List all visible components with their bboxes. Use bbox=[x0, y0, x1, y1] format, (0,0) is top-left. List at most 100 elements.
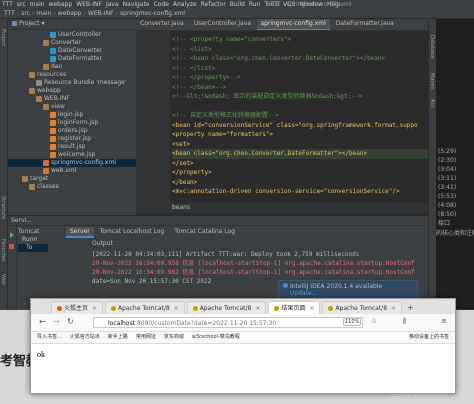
tree-item[interactable]: UserController bbox=[8, 31, 136, 39]
run-tab[interactable]: Server bbox=[66, 227, 94, 238]
folder-icon bbox=[43, 103, 49, 110]
library-icon[interactable]: ⫼ bbox=[403, 317, 406, 326]
menu-item[interactable]: Code bbox=[154, 1, 169, 8]
browser-tab-label: 火狐主页 bbox=[64, 305, 89, 312]
new-tab-icon[interactable]: + bbox=[407, 303, 414, 312]
tree-item[interactable]: web.xml bbox=[8, 167, 136, 175]
tree-item[interactable]: login.jsp bbox=[8, 111, 136, 119]
bookmark-item[interactable]: w3cschool-菜鸟教程 bbox=[192, 334, 240, 340]
tree-item[interactable]: resources bbox=[8, 71, 136, 79]
close-icon[interactable]: × bbox=[92, 305, 97, 312]
editor-tab[interactable]: UserController.java bbox=[190, 19, 255, 30]
zoom-level[interactable]: 110% bbox=[343, 318, 362, 326]
forward-icon[interactable]: → bbox=[53, 317, 60, 326]
tree-item[interactable]: register.jsp bbox=[8, 135, 136, 143]
tool-database[interactable]: Database bbox=[429, 35, 435, 59]
tab-favicon-icon bbox=[328, 306, 334, 311]
close-icon[interactable]: × bbox=[391, 305, 396, 312]
tree-item[interactable]: dao bbox=[8, 63, 136, 71]
breadcrumb-item[interactable]: TTT bbox=[4, 10, 15, 17]
editor-tab[interactable]: springmvc-config.xml bbox=[256, 19, 330, 30]
services-tree-item[interactable]: Runn bbox=[18, 236, 48, 244]
browser-tab[interactable]: 火狐主页 × bbox=[51, 301, 104, 314]
menu-item[interactable]: Navigate bbox=[123, 1, 150, 8]
menu-icon[interactable]: ≡ bbox=[441, 317, 447, 325]
tree-item[interactable]: springmvc-config.xml bbox=[8, 159, 136, 167]
code-editor[interactable]: <!-- <property name="converters"> <!-- <l… bbox=[136, 31, 428, 203]
tab-favicon-icon bbox=[111, 306, 117, 311]
stop-icon[interactable] bbox=[9, 244, 14, 249]
tree-item[interactable]: DateFormatter bbox=[8, 55, 136, 63]
right-tool-strip: Database Maven Ant bbox=[428, 19, 436, 309]
tree-item[interactable]: Resource Bundle 'message' bbox=[8, 79, 136, 87]
run-tab[interactable]: Tomcat Catalina Log bbox=[170, 227, 239, 238]
tree-item[interactable]: DateConverter bbox=[8, 47, 136, 55]
breadcrumb-item[interactable]: main bbox=[36, 10, 51, 17]
menu-item[interactable]: TTT bbox=[2, 1, 13, 8]
browser-tab[interactable]: Apache Tomcat/8 × bbox=[105, 301, 185, 314]
close-icon[interactable]: × bbox=[309, 305, 314, 312]
page-content: ok bbox=[37, 350, 45, 359]
menu-item[interactable]: Java bbox=[106, 1, 119, 8]
code-line: </bean> bbox=[172, 178, 198, 186]
browser-tab[interactable]: Apache Tomcat/8 × bbox=[322, 301, 403, 314]
menu-item[interactable]: WEB-INF bbox=[76, 1, 102, 8]
tree-item[interactable]: loginForm.jsp bbox=[8, 119, 136, 127]
run-tab[interactable]: Tomcat Localhost Log bbox=[96, 227, 169, 238]
services-tree-item[interactable]: Tomcat bbox=[18, 228, 48, 236]
menu-item[interactable]: Analyze bbox=[173, 1, 197, 8]
menu-item[interactable]: Refactor bbox=[201, 1, 226, 8]
tool-ant[interactable]: Ant bbox=[429, 99, 435, 108]
breadcrumb-item[interactable]: WEB-INF bbox=[88, 10, 114, 17]
breadcrumb-item[interactable]: webapp bbox=[58, 10, 82, 17]
tree-item[interactable]: target bbox=[8, 175, 136, 183]
breadcrumb-item[interactable]: springmvc-config.xml bbox=[120, 10, 185, 17]
tree-item[interactable]: orders.jsp bbox=[8, 127, 136, 135]
code-line: <!-- </list> bbox=[172, 64, 216, 72]
bookmark-star-icon[interactable]: ☆ bbox=[371, 317, 377, 325]
jsp-icon bbox=[50, 135, 56, 142]
tool-web[interactable]: Web bbox=[0, 274, 6, 285]
services-tree-item[interactable]: To bbox=[18, 244, 48, 252]
bookmark-item[interactable]: 京东商城 bbox=[164, 334, 184, 340]
url-bar[interactable]: localhost:8080/customDate?date=2022-11-2… bbox=[93, 317, 363, 328]
rerun-icon[interactable] bbox=[10, 232, 14, 238]
menu-item[interactable]: src bbox=[17, 1, 26, 8]
tree-item[interactable]: webapp bbox=[8, 87, 136, 95]
breadcrumb-item[interactable]: src bbox=[21, 10, 30, 17]
tree-item[interactable]: welcome.jsp bbox=[8, 151, 136, 159]
tool-maven[interactable]: Maven bbox=[429, 73, 435, 90]
tool-favorites[interactable]: Favorites bbox=[0, 239, 6, 262]
tree-item[interactable]: view bbox=[8, 103, 136, 111]
bookmark-item[interactable]: 常用网址 bbox=[136, 334, 156, 340]
editor-tab[interactable]: DateFormatter.java bbox=[332, 19, 398, 30]
browser-tab[interactable]: 结果页面 × bbox=[268, 301, 321, 314]
close-icon[interactable]: × bbox=[255, 305, 260, 312]
jsp-icon bbox=[50, 119, 56, 126]
bookmark-item[interactable]: 导入书签... bbox=[37, 334, 62, 340]
close-icon[interactable]: × bbox=[174, 305, 179, 312]
bookmark-item[interactable]: 新手上路 bbox=[108, 334, 128, 340]
menu-item[interactable]: Build bbox=[230, 1, 245, 8]
url-rest: :8080/customDate?date=2022-11-20 15:57:3… bbox=[134, 320, 277, 327]
tool-structure[interactable]: Structure bbox=[0, 196, 6, 219]
tree-item-label: login.jsp bbox=[58, 111, 84, 118]
menu-item[interactable]: webapp bbox=[49, 1, 73, 8]
menu-item[interactable]: main bbox=[30, 1, 45, 8]
right-panel-label: (2:30) bbox=[438, 157, 457, 164]
mobile-bookmarks[interactable]: 移动设备上的书签 bbox=[409, 332, 449, 343]
back-icon[interactable]: ← bbox=[39, 317, 46, 326]
tree-item[interactable]: classes bbox=[8, 183, 136, 191]
reload-icon[interactable]: ↻ bbox=[67, 317, 74, 326]
bookmark-item[interactable]: 火狐官方站点 bbox=[70, 334, 100, 340]
menu-item[interactable]: Run bbox=[249, 1, 261, 8]
tree-item[interactable]: Converter bbox=[8, 39, 136, 47]
editor-tab[interactable]: Converter.java bbox=[136, 19, 188, 30]
tool-project[interactable]: Project bbox=[0, 29, 6, 46]
browser-tab[interactable]: Apache Tomcat/8 × bbox=[186, 301, 267, 314]
services-toolbar bbox=[8, 226, 17, 310]
tree-item[interactable]: result.jsp bbox=[8, 143, 136, 151]
tree-item[interactable]: WEB-INF bbox=[8, 95, 136, 103]
update-link[interactable]: Update... bbox=[283, 290, 413, 297]
jsp-icon bbox=[50, 151, 56, 158]
